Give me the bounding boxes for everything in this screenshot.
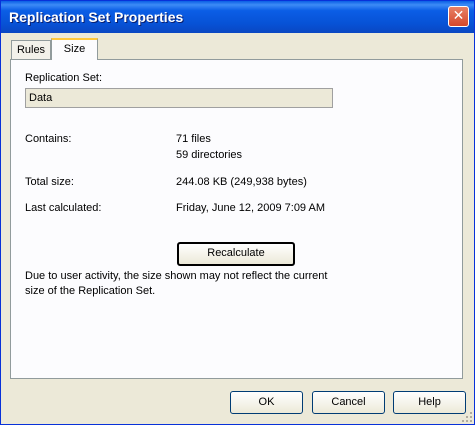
help-button[interactable]: Help	[393, 391, 466, 414]
recalculate-button[interactable]: Recalculate	[177, 242, 295, 266]
note-line-2: size of the Replication Set.	[25, 285, 156, 297]
note-line-1: Due to user activity, the size shown may…	[25, 270, 328, 282]
close-button[interactable]: ✕	[448, 6, 469, 27]
close-icon: ✕	[452, 8, 465, 24]
files-count: 71 files	[176, 133, 211, 145]
tab-rules-label: Rules	[16, 44, 46, 56]
replication-set-field: Data	[25, 88, 333, 108]
dialog-body: Rules Size Replication Set: Data Contain…	[1, 33, 474, 424]
tab-size-label: Size	[63, 43, 86, 55]
title-bar[interactable]: Replication Set Properties ✕	[1, 1, 474, 33]
last-calculated-label: Last calculated:	[25, 202, 102, 214]
directories-count: 59 directories	[176, 149, 243, 161]
total-size-value: 244.08 KB (249,938 bytes)	[176, 176, 307, 188]
dialog-window: Replication Set Properties ✕ Rules Size …	[0, 0, 475, 425]
total-size-label: Total size:	[25, 176, 74, 188]
tab-rules[interactable]: Rules	[11, 40, 51, 59]
window-title: Replication Set Properties	[9, 9, 184, 25]
last-calculated-value: Friday, June 12, 2009 7:09 AM	[176, 202, 325, 214]
ok-button[interactable]: OK	[230, 391, 303, 414]
tab-size[interactable]: Size	[51, 38, 98, 60]
size-tab-panel: Replication Set: Data Contains: 71 files…	[10, 59, 463, 379]
replication-set-label: Replication Set:	[25, 72, 103, 84]
resize-grip-icon[interactable]	[461, 411, 473, 423]
contains-label: Contains:	[25, 133, 72, 145]
cancel-button[interactable]: Cancel	[312, 391, 385, 414]
